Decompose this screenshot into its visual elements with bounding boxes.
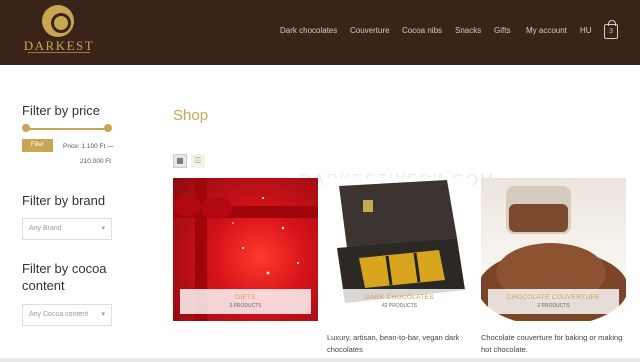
category-count: 3 PRODUCTS bbox=[229, 303, 262, 309]
price-max-label: 210.000 Ft bbox=[80, 158, 112, 165]
nav-snacks[interactable]: Snacks bbox=[455, 26, 481, 35]
nav-gifts[interactable]: Gifts bbox=[494, 26, 510, 35]
category-label: GIFTS 3 PRODUCTS bbox=[180, 289, 311, 314]
category-card-couverture[interactable]: CHOCOLATE COUVERTURE 2 PRODUCTS bbox=[481, 178, 626, 321]
category-description: Chocolate couverture for baking or makin… bbox=[481, 333, 623, 354]
category-card-dark-chocolates[interactable]: DARK CHOCOLATES 42 PRODUCTS bbox=[327, 178, 472, 321]
category-card-gifts[interactable]: GIFTS 3 PRODUCTS bbox=[173, 178, 318, 321]
price-slider-min-handle[interactable] bbox=[22, 124, 30, 132]
cart-count: 3 bbox=[609, 28, 613, 35]
category-count: 2 PRODUCTS bbox=[537, 303, 570, 309]
page-title: Shop bbox=[173, 107, 209, 124]
cocoa-filter-title: Filter by cocoa content bbox=[22, 261, 107, 293]
category-name: DARK CHOCOLATES bbox=[365, 294, 434, 301]
price-filter-title: Filter by price bbox=[22, 103, 101, 118]
category-label: CHOCOLATE COUVERTURE 2 PRODUCTS bbox=[488, 289, 619, 314]
list-view-icon[interactable]: ☰ bbox=[191, 154, 205, 168]
brand-filter-title: Filter by brand bbox=[22, 193, 106, 208]
category-description: Luxury, artisan, bean-to-bar, vegan dark… bbox=[327, 333, 460, 354]
brand-select[interactable]: Any Brand bbox=[22, 218, 112, 240]
nav-language[interactable]: HU bbox=[580, 26, 592, 35]
nav-couverture[interactable]: Couverture bbox=[350, 26, 390, 35]
logo[interactable]: DARKEST bbox=[18, 5, 100, 61]
price-slider-max-handle[interactable] bbox=[104, 124, 112, 132]
nav-my-account[interactable]: My account bbox=[526, 26, 567, 35]
price-slider-track[interactable] bbox=[26, 128, 108, 130]
price-range-label: Price: 1.100 Ft — bbox=[63, 143, 114, 150]
category-label: DARK CHOCOLATES 42 PRODUCTS bbox=[334, 289, 465, 314]
category-name: CHOCOLATE COUVERTURE bbox=[506, 294, 601, 301]
logo-icon bbox=[42, 5, 74, 37]
category-name: GIFTS bbox=[235, 294, 256, 301]
nav-dark-chocolates[interactable]: Dark chocolates bbox=[280, 26, 337, 35]
filter-button[interactable]: Filter bbox=[22, 139, 53, 152]
grid-view-icon[interactable]: ▦ bbox=[173, 154, 187, 168]
cocoa-select[interactable]: Any Cocoa content bbox=[22, 304, 112, 326]
site-header: DARKEST Dark chocolates Couverture Cocoa… bbox=[0, 0, 640, 65]
scroll-edge bbox=[0, 358, 640, 362]
logo-underline bbox=[28, 52, 90, 58]
cart-icon[interactable]: 3 bbox=[604, 20, 618, 39]
nav-cocoa-nibs[interactable]: Cocoa nibs bbox=[402, 26, 442, 35]
category-count: 42 PRODUCTS bbox=[381, 303, 417, 309]
